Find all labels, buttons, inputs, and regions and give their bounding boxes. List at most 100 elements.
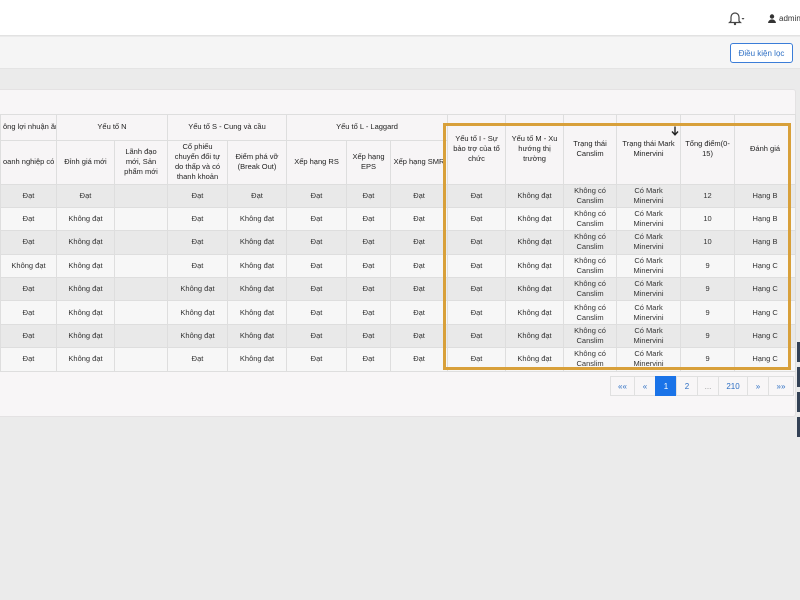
smr-rank-cell: Đạt [390, 230, 449, 255]
total-score-cell: 10 [680, 206, 736, 232]
table-row[interactable]: Đạt Không đạt Đạt Không đạt Đạt Đạt Đạt Đạt Khôn… [0, 347, 797, 372]
rating-cell: Hạng C [734, 323, 797, 349]
eps-rank-cell: Đạt [346, 277, 392, 302]
new-high-cell: Không đạt [56, 253, 115, 279]
eps-rank-cell: Đạt [346, 300, 392, 325]
rs-rank-cell: Đạt [286, 230, 348, 255]
last-page-button[interactable]: »» [768, 376, 794, 396]
new-high-cell: Không đạt [56, 300, 115, 325]
rs-rank-cell: Đạt [286, 323, 348, 349]
page-210-button[interactable]: 210 [718, 376, 748, 396]
header-rs-rank: Xếp hạng RS [286, 140, 348, 185]
rating-cell: Hạng C [734, 277, 797, 302]
m-factor-cell: Không đạt [505, 277, 565, 302]
next-page-button[interactable]: » [747, 376, 769, 396]
rs-rank-cell: Đạt [286, 347, 348, 372]
notification-dropdown[interactable] [725, 10, 745, 26]
pagination: «« « 1 2 ... 210 » »» [610, 376, 794, 396]
c-factor-cell: Không đạt [0, 253, 57, 279]
header-breakout: Điểm phá vỡ (Break Out) [226, 140, 288, 185]
m-factor-cell: Không đạt [505, 300, 565, 325]
header-l-factor: Yếu tố L - Laggard [286, 114, 449, 141]
minervini-status-cell: Có Mark Minervini [616, 253, 682, 279]
filter-conditions-button[interactable]: Điều kiện lọc [730, 43, 793, 63]
new-leadership-cell [114, 277, 168, 302]
minervini-status-cell: Có Mark Minervini [616, 206, 682, 232]
m-factor-cell: Không đạt [505, 183, 565, 208]
m-factor-cell: Không đạt [505, 230, 565, 255]
top-navbar: admin [0, 0, 800, 36]
breakout-cell: Không đạt [226, 347, 288, 372]
header-total-score[interactable]: Tổng điểm(0-15) [680, 114, 736, 185]
action-bar: Điều kiện lọc [0, 37, 800, 69]
new-high-cell: Không đạt [56, 230, 115, 255]
header-rating[interactable]: Đánh giá [734, 114, 797, 185]
total-score-cell: 9 [680, 300, 736, 325]
table-row[interactable]: Đạt Không đạt Đạt Không đạt Đạt Đạt Đạt Đạt Khôn… [0, 206, 797, 232]
arrow-down-icon[interactable] [671, 126, 679, 136]
user-menu[interactable]: admin [768, 12, 800, 24]
breakout-cell: Không đạt [226, 206, 288, 232]
breakout-cell: Không đạt [226, 277, 288, 302]
new-leadership-cell [114, 347, 168, 372]
header-minervini-status[interactable]: Trạng thái Mark Minervini [616, 114, 682, 185]
new-leadership-cell [114, 300, 168, 325]
smr-rank-cell: Đạt [390, 323, 449, 349]
canslim-status-cell: Không có Canslim [563, 253, 618, 279]
table-row[interactable]: Không đạt Không đạt Đạt Không đạt Đạt Đạt Đạt Đ… [0, 253, 797, 279]
i-factor-cell: Đạt [447, 183, 507, 208]
page-2-button[interactable]: 2 [676, 376, 698, 396]
m-factor-cell: Không đạt [505, 206, 565, 232]
new-high-cell: Không đạt [56, 347, 115, 372]
table-row[interactable]: Đạt Không đạt Đạt Không đạt Đạt Đạt Đạt Đạt Khôn… [0, 230, 797, 255]
header-new-leadership: Lãnh đạo mới, Sản phẩm mới [114, 140, 168, 185]
new-high-cell: Không đạt [56, 277, 115, 302]
header-i-factor: Yếu tố I - Sự bảo trợ của tổ chức [447, 114, 507, 185]
c-factor-cell: Đạt [0, 206, 57, 232]
canslim-status-cell: Không có Canslim [563, 183, 618, 208]
page-ellipsis: ... [697, 376, 719, 396]
header-n-factor: Yếu tố N [56, 114, 168, 141]
new-leadership-cell [114, 253, 168, 279]
canslim-status-cell: Không có Canslim [563, 323, 618, 349]
header-float-liquidity: Cổ phiếu chuyển đổi tự do thấp và có tha… [167, 140, 228, 185]
total-score-cell: 9 [680, 347, 736, 372]
first-page-button[interactable]: «« [610, 376, 635, 396]
breakout-cell: Không đạt [226, 300, 288, 325]
rating-cell: Hạng C [734, 347, 797, 372]
i-factor-cell: Đạt [447, 323, 507, 349]
smr-rank-cell: Đạt [390, 277, 449, 302]
i-factor-cell: Đạt [447, 230, 507, 255]
float-liquidity-cell: Không đạt [167, 323, 228, 349]
table-row[interactable]: Đạt Không đạt Không đạt Không đạt Đạt Đạt Đạt Đ… [0, 323, 797, 349]
total-score-cell: 9 [680, 277, 736, 302]
rating-cell: Hạng B [734, 183, 797, 208]
prev-page-button[interactable]: « [634, 376, 656, 396]
i-factor-cell: Đạt [447, 300, 507, 325]
minervini-status-cell: Có Mark Minervini [616, 300, 682, 325]
canslim-status-cell: Không có Canslim [563, 300, 618, 325]
new-leadership-cell [114, 323, 168, 349]
table-row[interactable]: Đạt Không đạt Không đạt Không đạt Đạt Đạt Đạt Đ… [0, 300, 797, 325]
new-high-cell: Đạt [56, 183, 115, 208]
header-minervini-label: Trạng thái Mark Minervini [622, 139, 675, 159]
page-1-button[interactable]: 1 [655, 376, 677, 396]
rs-rank-cell: Đạt [286, 277, 348, 302]
header-canslim-status: Trạng thái Canslim [563, 114, 618, 185]
table-row[interactable]: Đạt Đạt Đạt Đạt Đạt Đạt Đạt Đạt Không đạt Không c… [0, 183, 797, 208]
canslim-status-cell: Không có Canslim [563, 277, 618, 302]
rs-rank-cell: Đạt [286, 300, 348, 325]
bell-icon [728, 12, 745, 26]
header-smr-rank: Xếp hạng SMR [390, 140, 449, 185]
m-factor-cell: Không đạt [505, 347, 565, 372]
table-row[interactable]: Đạt Không đạt Không đạt Không đạt Đạt Đạt Đạt Đ… [0, 277, 797, 302]
float-liquidity-cell: Đạt [167, 253, 228, 279]
c-factor-cell: Đạt [0, 323, 57, 349]
float-liquidity-cell: Không đạt [167, 277, 228, 302]
m-factor-cell: Không đạt [505, 323, 565, 349]
c-factor-cell: Đạt [0, 277, 57, 302]
canslim-status-cell: Không có Canslim [563, 206, 618, 232]
new-high-cell: Không đạt [56, 206, 115, 232]
breakout-cell: Không đạt [226, 253, 288, 279]
canslim-status-cell: Không có Canslim [563, 347, 618, 372]
